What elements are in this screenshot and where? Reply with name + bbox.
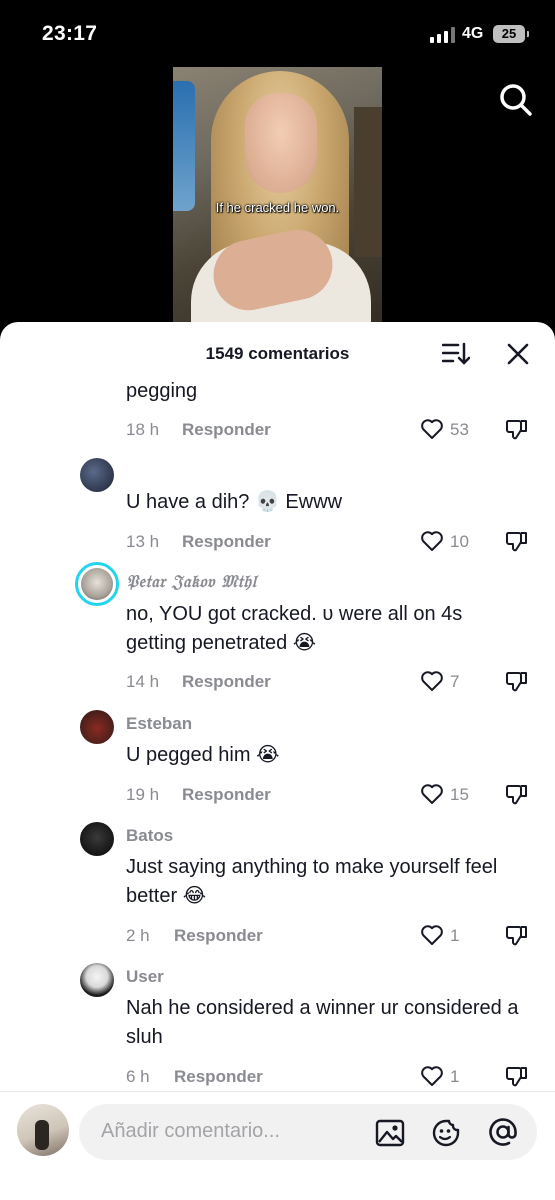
reply-button[interactable]: Responder bbox=[182, 785, 271, 805]
battery-icon: 25 bbox=[493, 25, 529, 43]
heart-icon[interactable] bbox=[420, 924, 444, 946]
like-count: 10 bbox=[450, 532, 469, 551]
dislike-icon[interactable] bbox=[505, 923, 529, 947]
reply-button[interactable]: Responder bbox=[182, 532, 271, 552]
comment-time: 13 h bbox=[126, 532, 160, 551]
avatar[interactable] bbox=[80, 710, 114, 744]
comment-time: 19 h bbox=[126, 785, 160, 804]
heart-icon[interactable] bbox=[420, 530, 444, 552]
comment-composer: Añadir comentario... bbox=[0, 1092, 555, 1200]
avatar[interactable] bbox=[80, 458, 114, 492]
like-count: 1 bbox=[450, 926, 460, 945]
status-bar: 23:17 4G 25 bbox=[0, 0, 555, 66]
heart-icon[interactable] bbox=[420, 418, 444, 440]
reply-button[interactable]: Responder bbox=[174, 926, 263, 946]
avatar-with-story-ring[interactable] bbox=[75, 562, 119, 606]
comment-username[interactable]: Esteban bbox=[126, 714, 192, 734]
comment-text: no, YOU got cracked. ᴜ were all on 4s ge… bbox=[126, 603, 463, 654]
comment-time: 14 h bbox=[126, 672, 160, 691]
dislike-icon[interactable] bbox=[505, 782, 529, 806]
comment-input-placeholder: Añadir comentario... bbox=[101, 1120, 280, 1142]
comment-text: Just saying anything to make yourself fe… bbox=[126, 856, 498, 907]
image-icon[interactable] bbox=[375, 1118, 405, 1148]
heart-icon[interactable] bbox=[420, 783, 444, 805]
comment-input[interactable]: Añadir comentario... bbox=[79, 1104, 537, 1160]
reply-button[interactable]: Responder bbox=[182, 672, 271, 692]
video-caption: If he cracked he won. bbox=[215, 200, 340, 215]
comment-count: 1549 comentarios bbox=[205, 344, 350, 363]
video-player[interactable]: If he cracked he won. bbox=[173, 67, 382, 337]
like-count: 1 bbox=[450, 1067, 460, 1086]
reply-button[interactable]: Responder bbox=[182, 420, 271, 440]
dislike-icon[interactable] bbox=[505, 529, 529, 553]
reply-button[interactable]: Responder bbox=[174, 1067, 263, 1087]
mention-icon[interactable] bbox=[487, 1116, 519, 1148]
current-user-avatar[interactable] bbox=[17, 1104, 69, 1156]
avatar[interactable] bbox=[80, 963, 114, 997]
comments-header: 1549 comentarios bbox=[0, 322, 555, 380]
dislike-icon[interactable] bbox=[505, 417, 529, 441]
comment-username[interactable]: Batos bbox=[126, 826, 173, 846]
comment-username[interactable]: 𝔓𝔢𝔱𝔞𝔯 𝔍𝔞𝔨𝔬𝔳 𝔐𝔱𝔥𝔩 bbox=[126, 572, 256, 592]
signal-strength-icon bbox=[430, 27, 456, 43]
clock: 23:17 bbox=[42, 22, 98, 45]
network-type: 4G bbox=[462, 25, 484, 42]
comment-time: 18 h bbox=[126, 420, 160, 439]
avatar[interactable] bbox=[80, 822, 114, 856]
like-count: 53 bbox=[450, 420, 469, 439]
heart-icon[interactable] bbox=[420, 670, 444, 692]
video-car-window bbox=[173, 81, 195, 211]
comment-text: Nah he considered a winner ur considered… bbox=[126, 997, 519, 1048]
emoji-sticker-icon[interactable] bbox=[431, 1118, 461, 1148]
close-icon[interactable] bbox=[506, 342, 530, 366]
comments-sheet: 1549 comentarios pegging 18 h Responder … bbox=[0, 322, 555, 1200]
comment-text: U pegged him 😭 bbox=[126, 744, 280, 766]
heart-icon[interactable] bbox=[420, 1065, 444, 1087]
comment-text: U have a dih? 💀 Ewww bbox=[126, 491, 343, 513]
search-icon[interactable] bbox=[497, 81, 533, 117]
comment-username[interactable]: User bbox=[126, 967, 164, 987]
like-count: 15 bbox=[450, 785, 469, 804]
comment-time: 6 h bbox=[126, 1067, 150, 1086]
video-person-face bbox=[245, 93, 317, 193]
comment-text: pegging bbox=[126, 380, 198, 402]
dislike-icon[interactable] bbox=[505, 1064, 529, 1088]
video-car-seat bbox=[354, 107, 382, 257]
sort-icon[interactable] bbox=[442, 342, 470, 366]
battery-level: 25 bbox=[501, 26, 517, 41]
dislike-icon[interactable] bbox=[505, 669, 529, 693]
like-count: 7 bbox=[450, 672, 460, 691]
comment-time: 2 h bbox=[126, 926, 150, 945]
